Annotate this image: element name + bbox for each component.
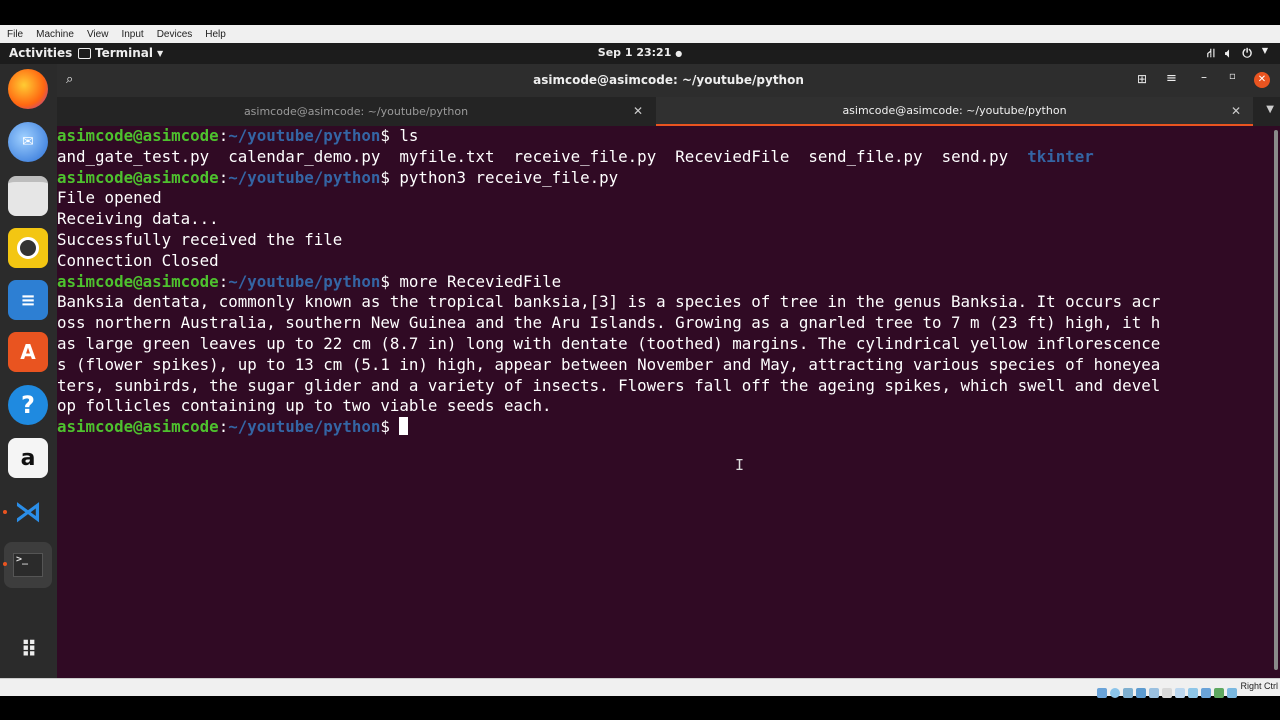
network-adapter-icon[interactable] <box>1136 687 1146 698</box>
thunderbird-icon[interactable]: ✉ <box>8 122 48 162</box>
output-line: File opened <box>57 188 162 208</box>
prompt-path: ~/youtube/python <box>228 167 381 187</box>
gnome-topbar: Activities Terminal ▼ Sep 1 23:21 ● ⛙ 🔈︎… <box>0 43 1280 64</box>
active-app-dot-icon <box>3 562 7 566</box>
amazon-icon[interactable]: a <box>8 438 48 478</box>
file-entry: calendar_demo.py <box>228 146 381 166</box>
terminal-output[interactable]: asimcode@asimcode:~/youtube/python$ ls a… <box>57 126 1271 678</box>
prompt-line: asimcode@asimcode:~/youtube/python$ ls <box>57 126 419 145</box>
ls-output: and_gate_test.py calendar_demo.py myfile… <box>57 147 1271 168</box>
tab-label: asimcode@asimcode: ~/youtube/python <box>842 104 1067 117</box>
prompt-line: asimcode@asimcode:~/youtube/python$ pyth… <box>57 167 619 187</box>
hamburger-menu-icon[interactable]: ≡ <box>1166 71 1177 86</box>
dock: ✉ ≡ A ? a ⋊ >_ ⠿ <box>0 64 57 678</box>
headerbar: ⌕ asimcode@asimcode: ~/youtube/python ⊞ … <box>57 64 1280 97</box>
output-line: Banksia dentata, commonly known as the t… <box>57 292 1161 312</box>
writer-icon[interactable]: ≡ <box>8 280 48 320</box>
prompt-user: asimcode@asimcode <box>57 417 219 437</box>
command-text: python3 receive_file.py <box>399 167 619 187</box>
file-entry: ReceviedFile <box>675 146 790 166</box>
clock[interactable]: Sep 1 23:21 ● <box>0 46 1280 59</box>
shared-folder-icon[interactable] <box>1162 687 1172 698</box>
cpu-icon[interactable] <box>1201 687 1211 698</box>
recording-icon[interactable] <box>1188 687 1198 698</box>
window-title: asimcode@asimcode: ~/youtube/python <box>533 73 804 87</box>
terminal-icon[interactable]: >_ <box>4 542 52 588</box>
menu-file[interactable]: File <box>7 29 23 40</box>
power-icon: ⏻ <box>1242 46 1252 60</box>
files-icon[interactable] <box>8 176 48 216</box>
app-grid-icon[interactable]: ⠿ <box>8 630 48 670</box>
close-tab-icon[interactable]: ✕ <box>633 104 643 118</box>
prompt-user: asimcode@asimcode <box>57 167 219 187</box>
command-text: ls <box>399 126 419 145</box>
vbox-statusbar: Right Ctrl <box>0 678 1280 698</box>
output-line: as large green leaves up to 22 cm (8.7 i… <box>57 333 1161 353</box>
tab-bar: asimcode@asimcode: ~/youtube/python ✕ as… <box>57 97 1280 126</box>
rhythmbox-icon[interactable] <box>8 228 48 268</box>
notification-dot-icon: ● <box>675 49 683 58</box>
tab-terminal-1[interactable]: asimcode@asimcode: ~/youtube/python ✕ <box>57 97 655 126</box>
help-icon[interactable]: ? <box>8 385 48 425</box>
output-line: Connection Closed <box>57 250 219 270</box>
software-icon[interactable]: A <box>8 332 48 372</box>
audio-icon[interactable] <box>1123 687 1133 698</box>
prompt-path: ~/youtube/python <box>228 417 381 437</box>
optical-drive-icon[interactable] <box>1110 687 1120 698</box>
new-tab-icon[interactable]: ⊞ <box>1137 72 1147 86</box>
output-line: Receiving data... <box>57 209 219 229</box>
directory-entry: tkinter <box>1027 146 1094 166</box>
prompt-line: asimcode@asimcode:~/youtube/python$ more… <box>57 271 562 291</box>
display-icon[interactable] <box>1175 687 1185 698</box>
file-entry: send.py <box>941 146 1009 166</box>
menu-devices[interactable]: Devices <box>157 29 193 40</box>
tab-terminal-2[interactable]: asimcode@asimcode: ~/youtube/python ✕ <box>656 97 1253 126</box>
minimize-icon[interactable]: – <box>1201 70 1207 84</box>
menu-machine[interactable]: Machine <box>36 29 74 40</box>
output-line: Successfully received the file <box>57 229 343 249</box>
menu-help[interactable]: Help <box>205 29 226 40</box>
clock-label: Sep 1 23:21 <box>597 46 672 59</box>
close-window-button[interactable]: ✕ <box>1254 72 1270 88</box>
active-app-dot-icon <box>3 510 7 514</box>
usb-icon[interactable] <box>1149 687 1159 698</box>
mouse-integration-icon[interactable] <box>1214 687 1224 698</box>
file-entry: and_gate_test.py <box>57 146 210 166</box>
output-line: ters, sunbirds, the sugar glider and a v… <box>57 375 1161 395</box>
status-icons <box>1097 682 1240 701</box>
chevron-down-icon: ▼ <box>1261 46 1268 55</box>
host-key-label: Right Ctrl <box>1240 681 1278 691</box>
keyboard-icon[interactable] <box>1227 687 1237 698</box>
prompt-path: ~/youtube/python <box>228 271 381 291</box>
output-line: oss northern Australia, southern New Gui… <box>57 313 1161 333</box>
command-text: more ReceviedFile <box>399 271 562 291</box>
file-entry: receive_file.py <box>513 146 657 166</box>
network-icon: ⛙ <box>1206 46 1216 60</box>
harddisk-icon[interactable] <box>1097 687 1107 698</box>
vscode-icon[interactable]: ⋊ <box>8 491 48 531</box>
file-entry: myfile.txt <box>399 146 495 166</box>
prompt-path: ~/youtube/python <box>228 126 381 145</box>
close-tab-icon[interactable]: ✕ <box>1231 104 1241 118</box>
output-line: op follicles containing up to two viable… <box>57 396 552 416</box>
text-cursor <box>399 417 409 436</box>
menu-view[interactable]: View <box>87 29 109 40</box>
scrollbar[interactable] <box>1274 130 1278 670</box>
prompt-user: asimcode@asimcode <box>57 271 219 291</box>
tab-label: asimcode@asimcode: ~/youtube/python <box>243 105 469 118</box>
vbox-menubar: File Machine View Input Devices Help <box>0 25 1280 44</box>
maximize-icon[interactable]: ▫ <box>1229 71 1236 82</box>
volume-icon: 🔈︎ <box>1225 46 1233 60</box>
menu-input[interactable]: Input <box>121 29 143 40</box>
ibeam-cursor-icon: I <box>735 456 745 474</box>
tab-menu-icon[interactable]: ▼ <box>1266 104 1274 115</box>
prompt-user: asimcode@asimcode <box>57 126 219 145</box>
terminal-window: ⌕ asimcode@asimcode: ~/youtube/python ⊞ … <box>57 64 1280 678</box>
prompt-line: asimcode@asimcode:~/youtube/python$ <box>57 417 1271 438</box>
file-entry: send_file.py <box>808 146 923 166</box>
firefox-icon[interactable] <box>8 69 48 109</box>
system-tray[interactable]: ⛙ 🔈︎ ⏻ ▼ <box>1207 46 1268 62</box>
output-line: s (flower spikes), up to 13 cm (5.1 in) … <box>57 354 1161 374</box>
